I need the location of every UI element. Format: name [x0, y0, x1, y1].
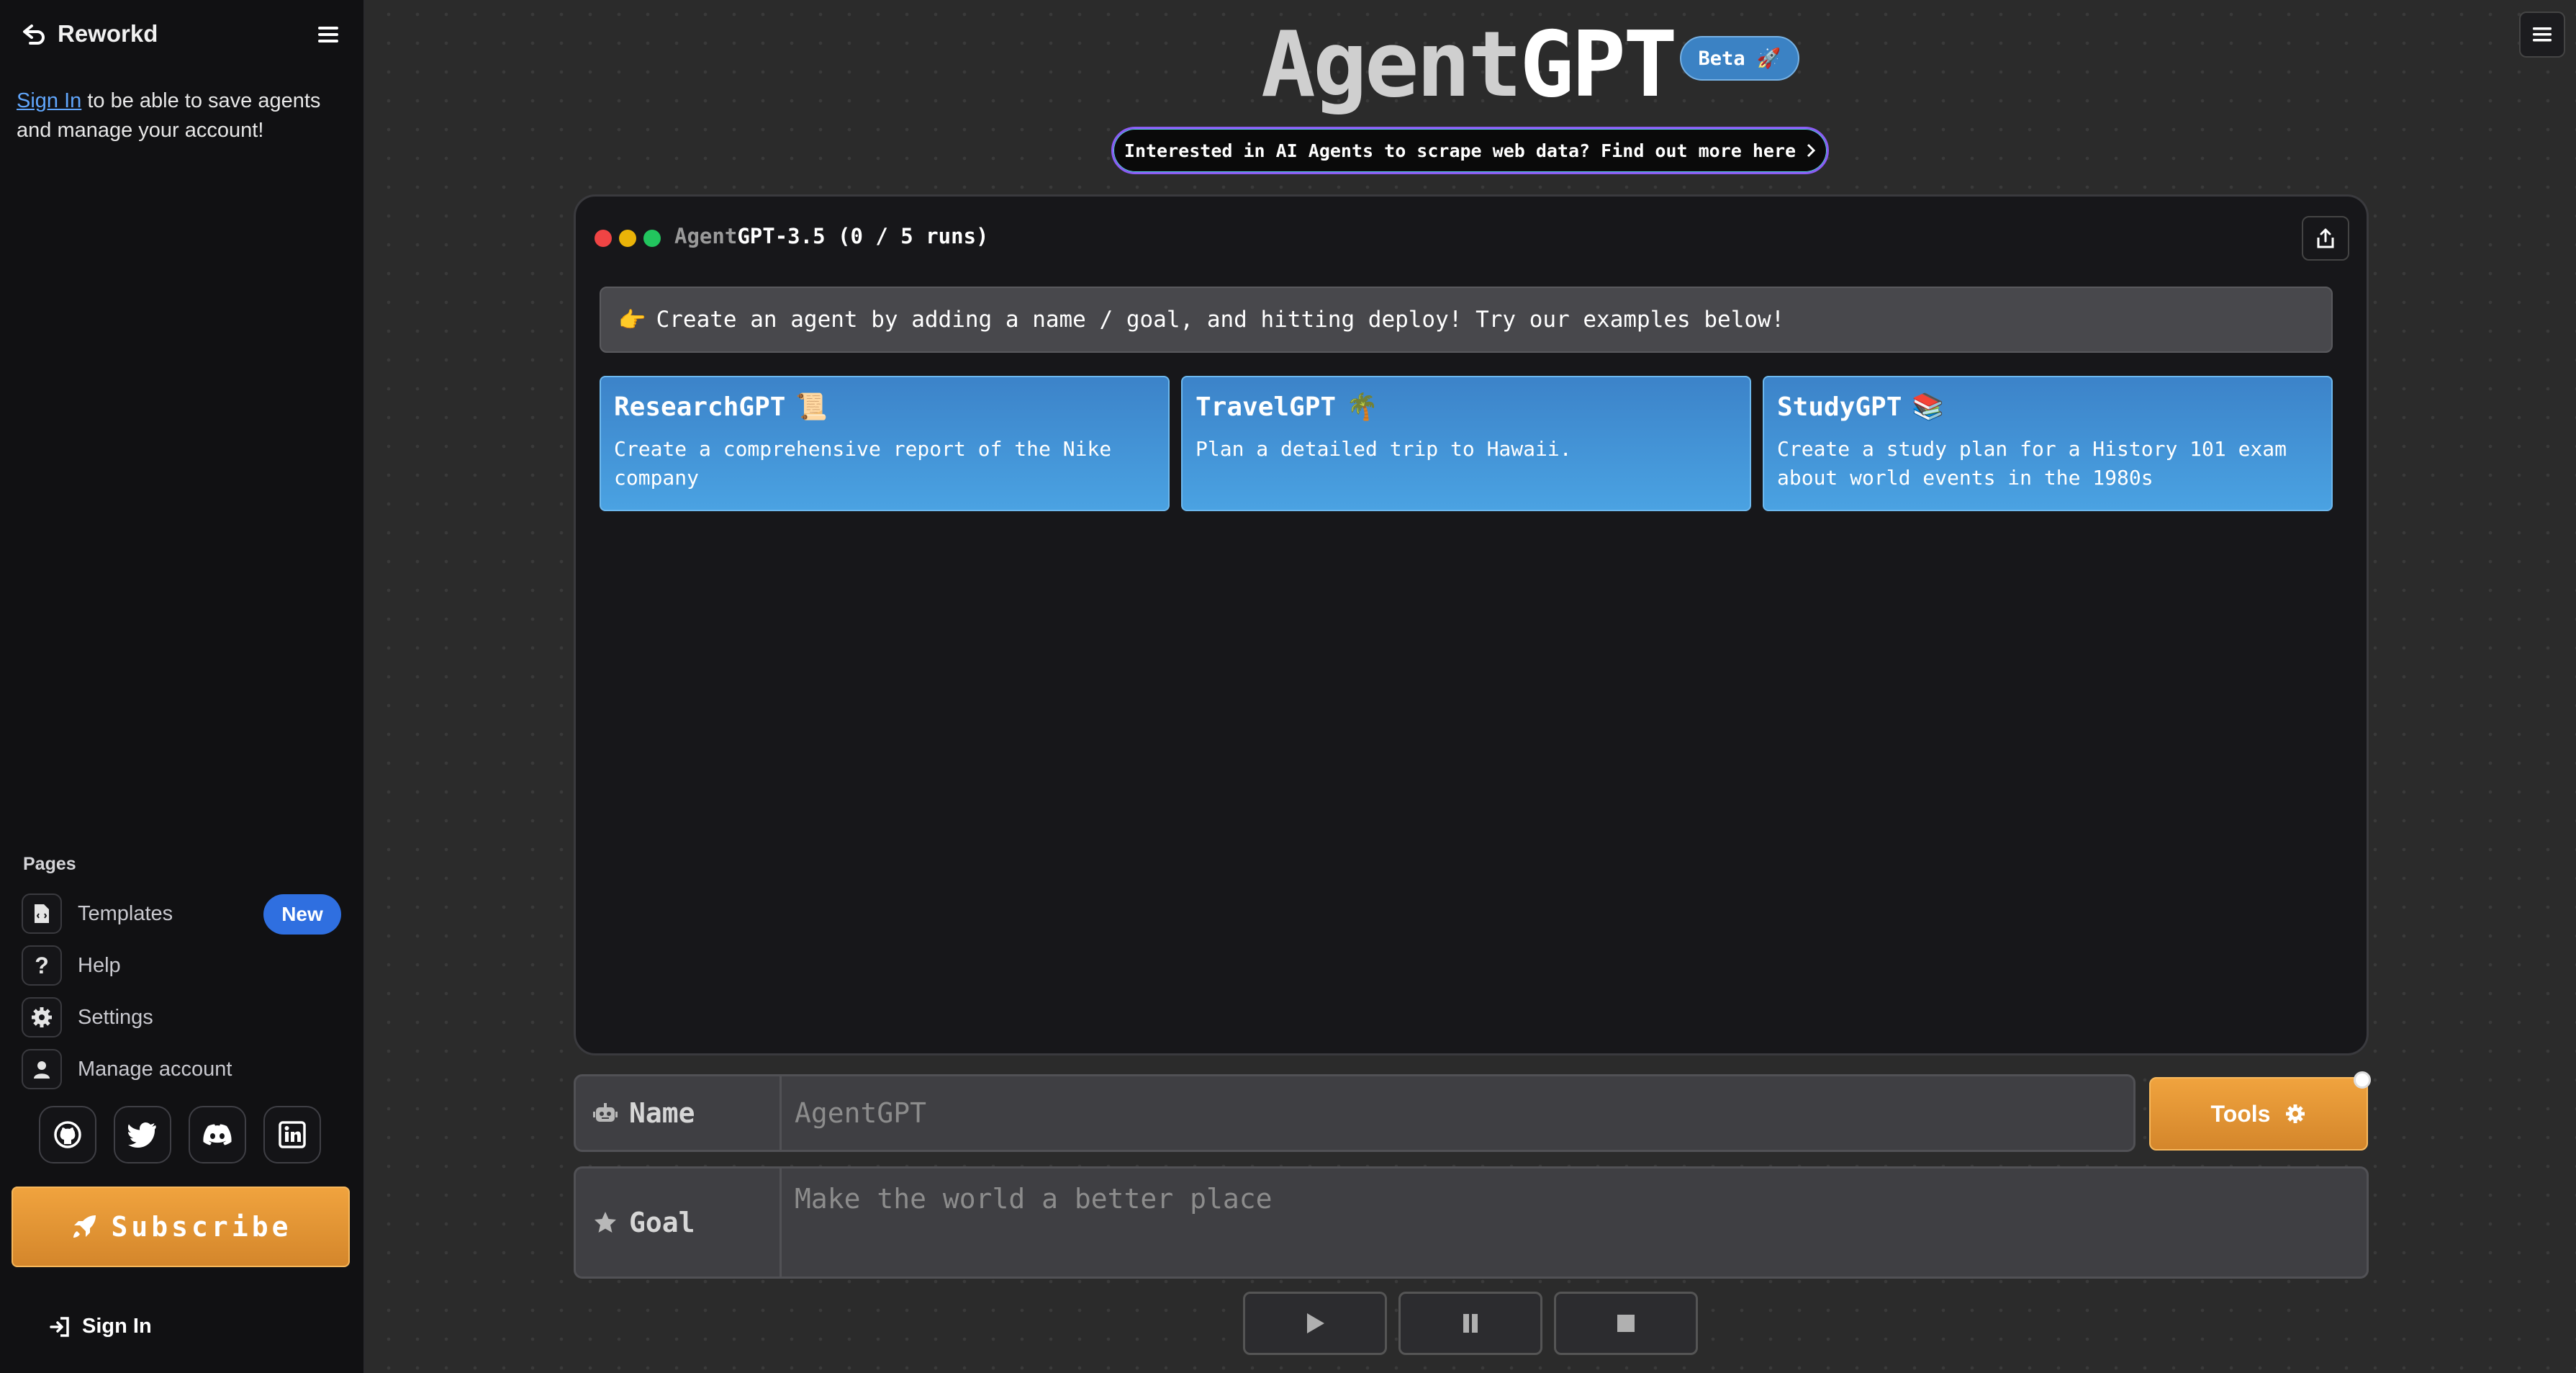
play-button[interactable] — [1243, 1292, 1387, 1355]
promo-banner[interactable]: Interested in AI Agents to scrape web da… — [1111, 127, 1829, 174]
card-title: TravelGPT 🌴 — [1196, 392, 1737, 423]
tools-label: Tools — [2210, 1100, 2271, 1127]
sidebar-item-label: Settings — [78, 1005, 153, 1029]
example-card-studygpt[interactable]: StudyGPT 📚 Create a study plan for a Hist… — [1763, 376, 2333, 511]
card-description: Create a study plan for a History 101 ex… — [1777, 437, 2287, 490]
model-prefix: Agent — [674, 224, 738, 248]
linkedin-icon[interactable] — [263, 1106, 321, 1163]
tools-button[interactable]: Tools — [2149, 1077, 2368, 1151]
brand-name: Reworkd — [58, 20, 158, 47]
notification-dot — [2354, 1071, 2371, 1089]
card-title: ResearchGPT 📜 — [614, 392, 1155, 423]
card-title-text: StudyGPT — [1777, 392, 1902, 422]
agent-window: AgentGPT-3.5 (0 / 5 runs) 👉 Create an ag… — [574, 194, 2369, 1055]
example-card-researchgpt[interactable]: ResearchGPT 📜 Create a comprehensive repo… — [600, 376, 1170, 511]
card-description: Plan a detailed trip to Hawaii. — [1196, 437, 1572, 461]
signin-link[interactable]: Sign In — [17, 89, 81, 112]
sidebar-item-templates[interactable]: Templates New — [22, 893, 341, 935]
page-title: AgentGPT — [1261, 12, 1678, 117]
brand[interactable]: Reworkd — [22, 20, 158, 48]
sidebar-item-label: Manage account — [78, 1057, 232, 1081]
red-dot-icon — [595, 230, 612, 247]
window-controls — [595, 230, 661, 247]
instruction-text: Create an agent by adding a name / goal,… — [656, 307, 1785, 333]
twitter-icon[interactable] — [114, 1106, 171, 1163]
name-field: Name AgentGPT — [574, 1074, 2136, 1152]
file-icon — [22, 893, 62, 934]
rocket-icon — [73, 1215, 96, 1238]
sidebar-item-manage-account[interactable]: Manage account — [22, 1048, 341, 1090]
signin-note: Sign In to be able to save agents and ma… — [17, 86, 340, 145]
share-icon — [2317, 228, 2334, 248]
question-icon: ? — [22, 945, 62, 986]
share-button[interactable] — [2302, 216, 2349, 261]
example-card-travelgpt[interactable]: TravelGPT 🌴 Plan a detailed trip to Hawai… — [1181, 376, 1751, 511]
subscribe-button[interactable]: Subscribe — [12, 1187, 350, 1267]
name-label-text: Name — [629, 1097, 695, 1129]
social-links — [39, 1106, 321, 1163]
chevron-right-icon — [1807, 143, 1816, 158]
play-icon — [1307, 1313, 1324, 1333]
gear-icon — [22, 997, 62, 1037]
signin-label: Sign In — [82, 1315, 152, 1338]
card-title: StudyGPT 📚 — [1777, 392, 2318, 423]
instruction-message: 👉 Create an agent by adding a name / goa… — [600, 287, 2333, 353]
reworkd-logo-icon — [23, 24, 45, 45]
palm-tree-icon: 🌴 — [1346, 392, 1378, 422]
subscribe-label: Subscribe — [111, 1211, 292, 1243]
model-runs: GPT-3.5 (0 / 5 runs) — [737, 224, 989, 248]
model-status: AgentGPT-3.5 (0 / 5 runs) — [674, 224, 989, 248]
robot-icon — [593, 1103, 618, 1122]
promo-text: Interested in AI Agents to scrape web da… — [1124, 140, 1797, 161]
login-icon — [50, 1316, 69, 1337]
books-icon: 📚 — [1912, 392, 1945, 422]
new-badge: New — [263, 894, 341, 935]
pause-icon — [1463, 1314, 1478, 1333]
sidebar-item-settings[interactable]: Settings — [22, 996, 341, 1038]
title-part-gpt: GPT — [1519, 12, 1678, 117]
pointing-hand-icon: 👉 — [618, 307, 646, 333]
sidebar: Reworkd Sign In to be able to save agent… — [0, 0, 365, 1373]
yellow-dot-icon — [619, 230, 636, 247]
goal-input[interactable]: Make the world a better place — [782, 1169, 2367, 1277]
sidebar-item-help[interactable]: ? Help — [22, 945, 341, 986]
stop-button[interactable] — [1554, 1292, 1698, 1355]
star-icon — [595, 1212, 616, 1233]
card-title-text: ResearchGPT — [614, 392, 786, 422]
pages-heading: Pages — [23, 854, 76, 874]
goal-label-text: Goal — [629, 1207, 695, 1238]
name-label: Name — [576, 1076, 782, 1150]
title-part-agent: Agent — [1261, 12, 1522, 117]
beta-badge: Beta 🚀 — [1680, 36, 1799, 81]
menu-icon[interactable] — [2519, 12, 2565, 58]
goal-label: Goal — [576, 1169, 782, 1277]
discord-icon[interactable] — [189, 1106, 246, 1163]
github-icon[interactable] — [39, 1106, 96, 1163]
user-icon — [22, 1049, 62, 1089]
sidebar-item-label: Templates — [78, 901, 173, 925]
pause-button[interactable] — [1398, 1292, 1542, 1355]
sidebar-collapse-icon[interactable] — [315, 22, 341, 48]
scroll-icon: 📜 — [795, 392, 828, 422]
card-title-text: TravelGPT — [1196, 392, 1337, 422]
gear-icon — [2286, 1104, 2305, 1123]
card-description: Create a comprehensive report of the Nik… — [614, 437, 1112, 490]
green-dot-icon — [643, 230, 661, 247]
goal-field: Goal Make the world a better place — [574, 1166, 2369, 1279]
sidebar-item-label: Help — [78, 953, 121, 977]
name-input[interactable]: AgentGPT — [782, 1076, 2133, 1150]
stop-icon — [1617, 1315, 1635, 1332]
signin-button[interactable]: Sign In — [49, 1315, 152, 1338]
